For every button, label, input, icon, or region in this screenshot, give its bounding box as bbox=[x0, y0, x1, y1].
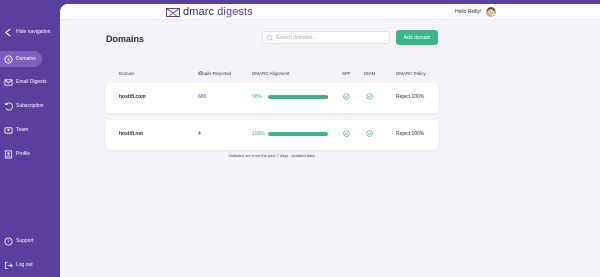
table-row[interactable]: hostifi.com 680 98% Reject 100% bbox=[106, 83, 438, 113]
avatar[interactable] bbox=[486, 7, 496, 17]
table-row[interactable]: hostifi.net 4 100% Reject 100% bbox=[106, 120, 438, 150]
domains-icon: $ bbox=[3, 54, 13, 64]
sidebar-item-label: Domains bbox=[16, 56, 36, 62]
alignment-bar-fill bbox=[268, 95, 327, 99]
dmarc-policy: Reject 100% bbox=[396, 131, 425, 137]
sidebar: Hide navigation $ Domains Email Digests … bbox=[0, 0, 60, 277]
sidebar-item-label: Profile bbox=[16, 151, 31, 157]
dkim-pass-icon bbox=[366, 93, 373, 100]
search-input[interactable] bbox=[276, 34, 384, 41]
alignment-bar bbox=[268, 132, 328, 136]
support-label: Support bbox=[16, 238, 34, 244]
logo-mark-icon bbox=[166, 7, 180, 17]
logout-button[interactable]: Log out bbox=[0, 257, 33, 273]
domain-name[interactable]: hostifi.net bbox=[119, 131, 143, 137]
alignment-bar-fill bbox=[268, 132, 328, 136]
svg-text:$: $ bbox=[7, 57, 10, 63]
sidebar-item-label: Email Digests bbox=[16, 79, 47, 85]
team-icon bbox=[3, 125, 13, 135]
greeting: Hello Reilly! bbox=[455, 9, 482, 15]
hide-navigation-button[interactable]: Hide navigation bbox=[0, 24, 50, 40]
table-header: Domain Emails Reported DMARC Alignment S… bbox=[119, 71, 426, 76]
sidebar-item-profile[interactable]: Profile bbox=[0, 146, 30, 162]
logout-label: Log out bbox=[16, 262, 33, 268]
emails-reported[interactable]: 4 bbox=[198, 131, 201, 137]
logo-prefix: dmarc bbox=[183, 6, 215, 18]
top-bar: dmarc digests Hello Reilly! bbox=[60, 4, 600, 20]
search-icon bbox=[267, 34, 273, 41]
chevron-left-icon bbox=[3, 27, 13, 37]
column-header-dkim: DKIM bbox=[364, 71, 376, 76]
sidebar-item-label: Team bbox=[16, 127, 29, 133]
column-header-dmarc-policy: DMARC Policy bbox=[396, 71, 426, 76]
sidebar-item-email-digests[interactable]: Email Digests bbox=[0, 74, 47, 90]
email-icon bbox=[3, 77, 13, 87]
profile-icon bbox=[3, 149, 13, 159]
alignment-percent: 100% bbox=[252, 131, 265, 137]
sidebar-item-subscription[interactable]: Subscription bbox=[0, 98, 44, 114]
alignment-bar bbox=[268, 95, 328, 99]
dkim-pass-icon bbox=[366, 130, 373, 137]
sidebar-item-label: Subscription bbox=[16, 103, 44, 109]
spf-pass-icon bbox=[343, 130, 350, 137]
logo[interactable]: dmarc digests bbox=[166, 6, 253, 18]
alignment-bar-fail bbox=[326, 95, 328, 99]
column-header-spf: SPF bbox=[342, 71, 351, 76]
logo-suffix: digests bbox=[217, 6, 253, 18]
help-icon: ? bbox=[3, 236, 13, 246]
svg-text:?: ? bbox=[7, 239, 10, 245]
logout-icon bbox=[3, 260, 13, 270]
column-header-dmarc-alignment: DMARC Alignment bbox=[252, 71, 290, 76]
domain-name[interactable]: hostifi.com bbox=[119, 94, 146, 100]
dmarc-policy: Reject 100% bbox=[396, 94, 425, 100]
online-status-icon bbox=[492, 14, 496, 17]
support-link[interactable]: ? Support bbox=[0, 233, 34, 249]
sidebar-item-domains[interactable]: $ Domains bbox=[0, 51, 42, 67]
spf-pass-icon bbox=[343, 93, 350, 100]
info-icon[interactable] bbox=[199, 71, 203, 75]
emails-reported[interactable]: 680 bbox=[198, 94, 206, 100]
hide-navigation-label: Hide navigation bbox=[16, 29, 51, 35]
page-title: Domains bbox=[106, 34, 145, 44]
search-box[interactable] bbox=[262, 31, 390, 44]
sidebar-item-team[interactable]: Team bbox=[0, 122, 28, 138]
add-domain-button[interactable]: Add domain bbox=[396, 30, 438, 45]
logo-text: dmarc digests bbox=[183, 6, 253, 18]
subscription-icon bbox=[3, 101, 13, 111]
alignment-percent: 98% bbox=[252, 94, 263, 100]
column-header-domain: Domain bbox=[119, 71, 135, 76]
statistics-footnote: Statistics are from the past 7 days. Upd… bbox=[228, 153, 316, 158]
